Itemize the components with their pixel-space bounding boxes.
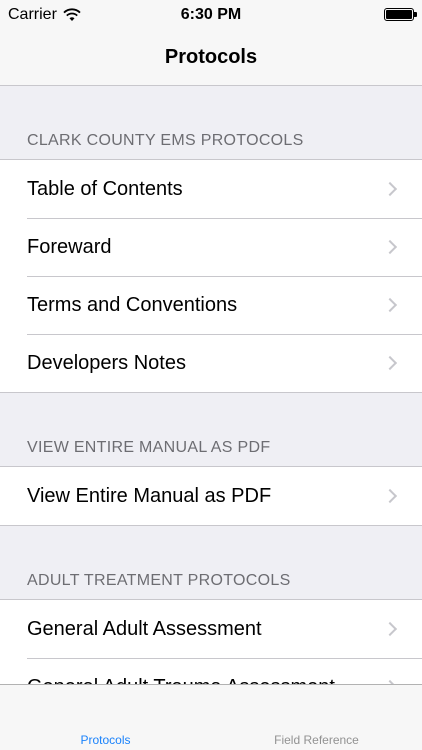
cell-terms-and-conventions[interactable]: Terms and Conventions — [0, 276, 422, 334]
chevron-right-icon — [382, 239, 398, 255]
cell-label: Terms and Conventions — [27, 293, 238, 316]
chevron-right-icon — [382, 488, 398, 504]
battery-icon — [384, 8, 417, 21]
cell-table-of-contents[interactable]: Table of Contents — [0, 160, 422, 218]
chevron-right-icon — [382, 181, 398, 197]
section-clark-county: CLARK COUNTY EMS PROTOCOLS Table of Cont… — [0, 86, 422, 393]
section-group: General Adult Assessment General Adult T… — [0, 599, 422, 684]
section-view-pdf: VIEW ENTIRE MANUAL AS PDF View Entire Ma… — [0, 393, 422, 526]
cell-label: Table of Contents — [27, 177, 183, 200]
chevron-right-icon — [382, 297, 398, 313]
cell-developers-notes[interactable]: Developers Notes — [0, 334, 422, 392]
section-header: CLARK COUNTY EMS PROTOCOLS — [27, 132, 304, 149]
section-adult-treatment: ADULT TREATMENT PROTOCOLS General Adult … — [0, 526, 422, 684]
section-group: Table of Contents Foreward Terms and Con… — [0, 159, 422, 393]
section-group: View Entire Manual as PDF — [0, 466, 422, 526]
cell-label: View Entire Manual as PDF — [27, 484, 272, 507]
navigation-bar: Protocols — [0, 30, 422, 86]
cell-label: Foreward — [27, 235, 112, 258]
table-view[interactable]: CLARK COUNTY EMS PROTOCOLS Table of Cont… — [0, 86, 422, 684]
tab-field-reference[interactable]: Field Reference — [211, 733, 422, 747]
chevron-right-icon — [382, 621, 398, 637]
section-header: VIEW ENTIRE MANUAL AS PDF — [27, 439, 271, 456]
clock: 6:30 PM — [180, 6, 242, 23]
tab-protocols[interactable]: Protocols — [0, 733, 211, 747]
chevron-right-icon — [382, 355, 398, 371]
cell-foreward[interactable]: Foreward — [0, 218, 422, 276]
section-header: ADULT TREATMENT PROTOCOLS — [27, 572, 291, 589]
status-bar: Carrier 6:30 PM — [0, 0, 422, 30]
cell-general-adult-trauma-assessment[interactable]: General Adult Trauma Assessment — [0, 658, 422, 684]
cell-label: Developers Notes — [27, 351, 186, 374]
cell-general-adult-assessment[interactable]: General Adult Assessment — [0, 600, 422, 658]
cell-label: General Adult Assessment — [27, 617, 262, 640]
page-title: Protocols — [164, 46, 258, 68]
tab-bar: Protocols Field Reference — [0, 684, 422, 750]
cell-view-entire-manual-pdf[interactable]: View Entire Manual as PDF — [0, 467, 422, 525]
cell-label: General Adult Trauma Assessment — [27, 676, 335, 685]
